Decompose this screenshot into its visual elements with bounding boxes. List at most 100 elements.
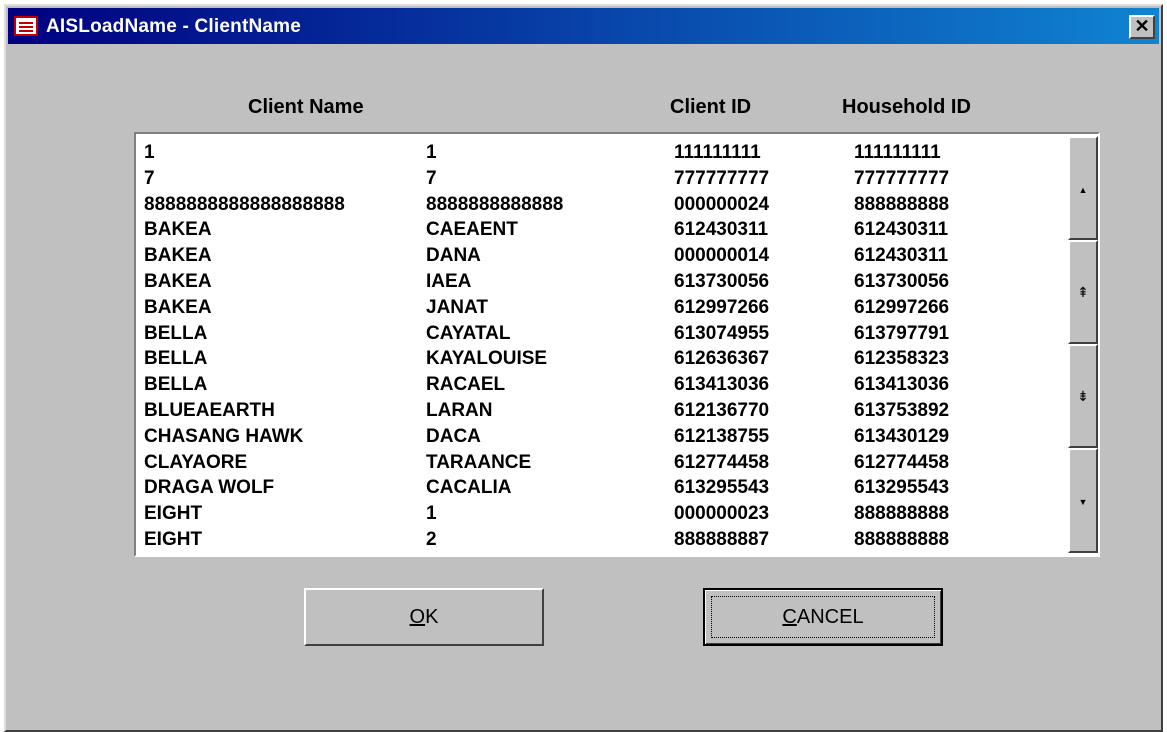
list-item[interactable]: BAKEA JANAT 612997266 612997266	[142, 295, 1062, 321]
household-id-cell: 888888888	[854, 193, 950, 215]
ok-button[interactable]: OK	[304, 588, 544, 646]
client-last-name: BELLA	[144, 348, 208, 370]
client-id-cell: 613295543	[674, 477, 770, 499]
client-last-name: BLUEAEARTH	[144, 399, 275, 421]
client-id-cell: 612430311	[674, 219, 769, 241]
list-item[interactable]: EIGHT 1 000000023 888888888	[142, 501, 1062, 527]
client-first-name: 1	[426, 503, 437, 525]
client-first-name: 1	[426, 142, 437, 163]
client-first-name: DACA	[426, 425, 481, 447]
list-item[interactable]: BELLA RACAEL 613413036 613413036	[142, 372, 1062, 398]
client-list-rows: 1 1 111111111 111111111 7 7 777777777 777777777…	[142, 140, 1062, 553]
client-last-name: BAKEA	[144, 296, 212, 318]
client-first-name: CAYATAL	[426, 322, 511, 344]
household-id-cell: 613413036	[854, 374, 950, 396]
client-last-name: BAKEA	[144, 219, 212, 241]
list-item[interactable]: 8888888888888888888 8888888888888 00000002…	[142, 192, 1062, 218]
client-last-name: 8888888888888888888	[144, 193, 345, 215]
household-id-cell: 888888888	[854, 528, 950, 550]
household-id-cell: 612430311	[854, 219, 949, 241]
client-first-name: JANAT	[426, 296, 488, 318]
household-id-cell: 612430311	[854, 245, 949, 267]
client-id-cell: 000000023	[674, 503, 770, 525]
header-household-id: Household ID	[842, 96, 971, 118]
household-id-cell: 612358323	[854, 348, 950, 370]
focus-rectangle	[711, 596, 935, 638]
client-first-name: CACALIA	[426, 477, 512, 499]
list-item[interactable]: BELLA CAYATAL 613074955 613797791	[142, 321, 1062, 347]
client-id-cell: 612136770	[674, 399, 770, 421]
client-last-name: EIGHT	[144, 528, 203, 550]
list-item[interactable]: DRAGA WOLF CACALIA 613295543 613295543	[142, 475, 1062, 501]
client-first-name: 7	[426, 167, 437, 189]
title-bar[interactable]: AISLoadName - ClientName ✕	[8, 8, 1159, 44]
ok-label: K	[425, 606, 439, 628]
client-first-name: CAEAENT	[426, 219, 518, 241]
client-id-cell: 613730056	[674, 270, 770, 292]
page-down-button[interactable]: ⇟	[1068, 344, 1098, 448]
client-first-name: TARAANCE	[426, 451, 532, 473]
list-item[interactable]: CLAYAORE TARAANCE 612774458 612774458	[142, 450, 1062, 476]
close-icon: ✕	[1134, 16, 1150, 36]
client-id-cell: 612997266	[674, 296, 770, 318]
list-item[interactable]: BAKEA CAEAENT 612430311 612430311	[142, 217, 1062, 243]
header-client-id: Client ID	[670, 96, 752, 118]
arrow-down-icon: ▼	[1078, 497, 1088, 507]
client-id-cell: 613413036	[674, 374, 770, 396]
client-last-name: EIGHT	[144, 503, 203, 525]
client-id-cell: 888888887	[674, 528, 770, 550]
client-id-cell: 777777777	[674, 167, 770, 189]
ok-mnemonic: O	[409, 606, 426, 628]
vertical-scrollbar[interactable]: ▲ ⇞ ⇟ ▼	[1068, 136, 1098, 553]
client-last-name: BELLA	[144, 322, 208, 344]
close-button[interactable]: ✕	[1129, 15, 1155, 39]
client-first-name: DANA	[426, 245, 481, 267]
header-client-name: Client Name	[248, 96, 364, 118]
list-item[interactable]: BAKEA IAEA 613730056 613730056	[142, 269, 1062, 295]
cancel-button[interactable]: CANCEL	[703, 588, 943, 646]
list-item[interactable]: EIGHT 2 888888887 888888888	[142, 527, 1062, 553]
scroll-down-button[interactable]: ▼	[1068, 448, 1098, 553]
client-last-name: 1	[144, 142, 155, 163]
list-item[interactable]: BELLA KAYALOUISE 612636367 612358323	[142, 346, 1062, 372]
household-id-cell: 612997266	[854, 296, 950, 318]
client-id-cell: 000000024	[674, 193, 770, 215]
household-id-cell: 111111111	[854, 142, 941, 163]
client-id-cell: 612636367	[674, 348, 770, 370]
app-icon[interactable]	[14, 16, 38, 36]
client-last-name: BAKEA	[144, 270, 212, 292]
list-item[interactable]: BAKEA DANA 000000014 612430311	[142, 243, 1062, 269]
household-id-cell: 888888888	[854, 503, 950, 525]
client-id-cell: 612138755	[674, 425, 770, 447]
household-id-cell: 613797791	[854, 322, 950, 344]
household-id-cell: 613430129	[854, 425, 950, 447]
client-id-cell: 612774458	[674, 451, 770, 473]
client-last-name: CLAYAORE	[144, 451, 248, 473]
client-first-name: LARAN	[426, 399, 493, 421]
client-id-cell: 111111111	[674, 142, 761, 163]
household-id-cell: 612774458	[854, 451, 950, 473]
client-first-name: 2	[426, 528, 437, 550]
list-item[interactable]: 7 7 777777777 777777777	[142, 166, 1062, 192]
page-up-button[interactable]: ⇞	[1068, 240, 1098, 344]
household-id-cell: 777777777	[854, 167, 950, 189]
client-first-name: 8888888888888	[426, 193, 564, 215]
page-up-icon: ⇞	[1077, 284, 1089, 300]
arrow-up-icon: ▲	[1078, 185, 1088, 195]
list-item[interactable]: BLUEAEARTH LARAN 612136770 613753892	[142, 398, 1062, 424]
client-first-name: RACAEL	[426, 374, 506, 396]
client-last-name: CHASANG HAWK	[144, 425, 304, 447]
client-last-name: BELLA	[144, 374, 208, 396]
client-last-name: BAKEA	[144, 245, 212, 267]
dialog-window: AISLoadName - ClientName ✕ Client Name C…	[4, 4, 1163, 732]
household-id-cell: 613295543	[854, 477, 950, 499]
list-item[interactable]: 1 1 111111111 111111111	[142, 140, 1062, 166]
client-listbox[interactable]: 1 1 111111111 111111111 7 7 777777777 777777777…	[134, 132, 1100, 557]
client-id-cell: 000000014	[674, 245, 770, 267]
scroll-up-button[interactable]: ▲	[1068, 136, 1098, 240]
window-title: AISLoadName - ClientName	[46, 16, 302, 37]
client-last-name: DRAGA WOLF	[144, 477, 275, 499]
page-down-icon: ⇟	[1077, 388, 1089, 404]
household-id-cell: 613730056	[854, 270, 950, 292]
list-item[interactable]: CHASANG HAWK DACA 612138755 613430129	[142, 424, 1062, 450]
